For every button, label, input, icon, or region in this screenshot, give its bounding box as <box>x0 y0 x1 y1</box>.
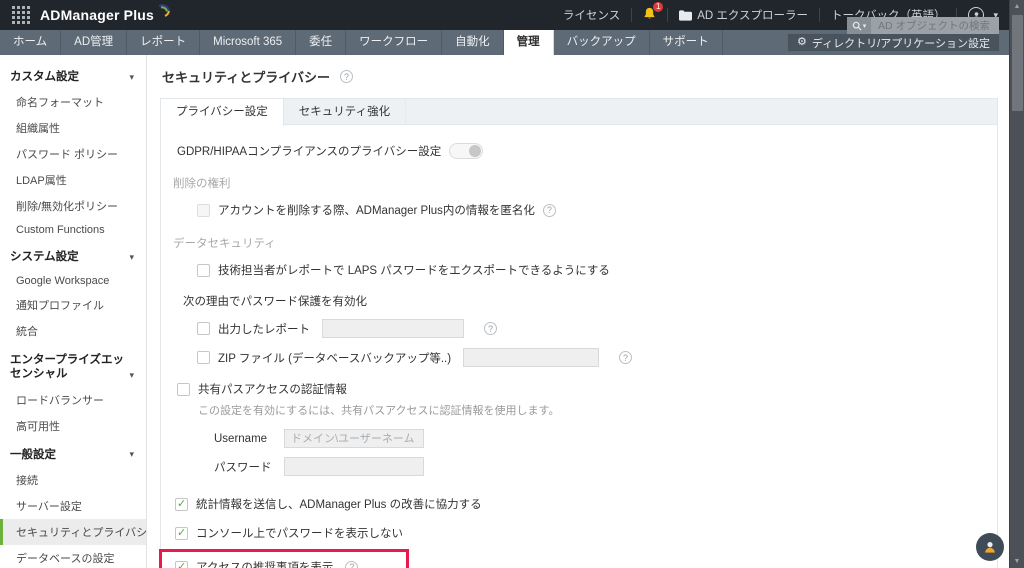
person-icon <box>982 539 998 555</box>
exported-reports-password-input[interactable] <box>322 319 464 338</box>
notifications-button[interactable]: 1 <box>643 7 656 23</box>
tab-backup[interactable]: バックアップ <box>554 30 650 55</box>
chevron-down-icon: ▾ <box>129 252 134 263</box>
logo-swoosh-icon <box>156 3 172 19</box>
tab-security-hardening[interactable]: セキュリティ強化 <box>284 99 406 124</box>
help-icon[interactable]: ? <box>619 351 632 364</box>
shared-path-label: 共有パスアクセスの認証情報 <box>198 381 347 397</box>
data-security-label: データセキュリティ <box>173 235 983 251</box>
sidebar-item-password-policy[interactable]: パスワード ポリシー <box>0 141 146 167</box>
help-icon[interactable]: ? <box>484 322 497 335</box>
sidebar-section-general-settings[interactable]: 一般設定 ▾ <box>0 439 146 467</box>
product-logo: ADManager Plus <box>40 7 154 23</box>
send-statistics-label: 統計情報を送信し、ADManager Plus の改善に協力する <box>196 496 482 512</box>
global-search[interactable]: ▾ <box>847 17 999 34</box>
sidebar-item-custom-functions[interactable]: Custom Functions <box>0 219 146 241</box>
access-recommendation-label: アクセスの推奨事項を表示 <box>196 559 333 568</box>
settings-sidebar: カスタム設定 ▾ 命名フォーマット 組織属性 パスワード ポリシー LDAP属性… <box>0 55 147 568</box>
username-input[interactable] <box>284 429 424 448</box>
divider <box>667 8 668 22</box>
sidebar-item-server-settings[interactable]: サーバー設定 <box>0 493 146 519</box>
ad-explorer-link[interactable]: AD エクスプローラー <box>679 7 808 23</box>
tab-support[interactable]: サポート <box>650 30 723 55</box>
sidebar-item-ldap-attributes[interactable]: LDAP属性 <box>0 167 146 193</box>
exported-reports-checkbox[interactable] <box>197 322 210 335</box>
sidebar-item-high-availability[interactable]: 高可用性 <box>0 413 146 439</box>
sidebar-item-load-balancer[interactable]: ロードバランサー <box>0 387 146 413</box>
highlight-red-box: アクセスの推奨事項を表示 ? <box>159 549 409 568</box>
username-label: Username <box>214 433 276 445</box>
directory-app-settings-button[interactable]: ⚙ ディレクトリ/アプリケーション設定 <box>787 33 1000 52</box>
sidebar-item-naming-format[interactable]: 命名フォーマット <box>0 89 146 115</box>
scroll-up-icon[interactable]: ▲ <box>1010 3 1024 10</box>
hide-password-console-checkbox[interactable] <box>175 527 188 540</box>
tab-home[interactable]: ホーム <box>0 30 61 55</box>
chevron-down-icon: ▾ <box>129 370 134 381</box>
sidebar-section-enterprise-essentials[interactable]: エンタープライズエッセンシャル ▾ <box>0 344 146 387</box>
support-chat-button[interactable] <box>976 533 1004 561</box>
privacy-settings-panel: GDPR/HIPAAコンプライアンスのプライバシー設定 削除の権利 アカウントを… <box>161 125 997 568</box>
tab-microsoft-365[interactable]: Microsoft 365 <box>200 30 296 55</box>
settings-tabbox: プライバシー設定 セキュリティ強化 GDPR/HIPAAコンプライアンスのプライ… <box>160 98 998 568</box>
password-input[interactable] <box>284 457 424 476</box>
sidebar-item-security-privacy[interactable]: セキュリティとプライバシー <box>0 519 146 545</box>
tab-admin[interactable]: 管理 <box>504 30 554 55</box>
scrollbar-thumb[interactable] <box>1012 15 1023 111</box>
scroll-down-icon[interactable]: ▼ <box>1010 558 1024 565</box>
help-icon[interactable]: ? <box>543 204 556 217</box>
anonymize-label: アカウントを削除する際、ADManager Plus内の情報を匿名化 <box>218 202 535 218</box>
sidebar-item-google-workspace[interactable]: Google Workspace <box>0 270 146 292</box>
page-title: セキュリティとプライバシー <box>162 67 330 86</box>
laps-export-label: 技術担当者がレポートで LAPS パスワードをエクスポートできるようにする <box>218 262 610 278</box>
send-statistics-checkbox[interactable] <box>175 498 188 511</box>
tab-reports[interactable]: レポート <box>127 30 200 55</box>
sidebar-item-delete-disable-policy[interactable]: 削除/無効化ポリシー <box>0 193 146 219</box>
tab-delegation[interactable]: 委任 <box>296 30 346 55</box>
zip-files-checkbox[interactable] <box>197 351 210 364</box>
gdpr-compliance-toggle[interactable] <box>449 143 483 159</box>
hide-password-console-label: コンソール上でパスワードを表示しない <box>196 525 403 541</box>
notification-badge: 1 <box>653 2 663 12</box>
zip-files-label: ZIP ファイル (データベースバックアップ等..) <box>218 350 451 366</box>
chevron-down-icon: ▾ <box>129 449 134 460</box>
password-label: パスワード <box>214 459 276 475</box>
access-recommendation-checkbox[interactable] <box>175 561 188 568</box>
search-icon <box>852 21 862 31</box>
exported-reports-label: 出力したレポート <box>218 321 310 337</box>
sidebar-item-integration[interactable]: 統合 <box>0 318 146 344</box>
anonymize-checkbox[interactable] <box>197 204 210 217</box>
password-protect-title: 次の理由でパスワード保護を有効化 <box>183 293 983 309</box>
apps-grid-icon[interactable] <box>12 6 30 24</box>
laps-export-checkbox[interactable] <box>197 264 210 277</box>
sidebar-item-database-settings[interactable]: データベースの設定 <box>0 545 146 568</box>
zip-password-input[interactable] <box>463 348 599 367</box>
tab-ad-management[interactable]: AD管理 <box>61 30 127 55</box>
vertical-scrollbar[interactable]: ▲ ▼ <box>1009 0 1024 568</box>
divider <box>819 8 820 22</box>
sidebar-section-system-settings[interactable]: システム設定 ▾ <box>0 241 146 269</box>
search-scope-button[interactable]: ▾ <box>847 17 871 34</box>
gear-icon: ⚙ <box>797 37 807 48</box>
shared-path-hint: この設定を有効にするには、共有パスアクセスに認証情報を使用します。 <box>198 402 983 418</box>
right-to-erasure-label: 削除の権利 <box>173 175 983 191</box>
sidebar-section-custom-settings[interactable]: カスタム設定 ▾ <box>0 61 146 89</box>
license-link[interactable]: ライセンス <box>563 7 620 23</box>
shared-path-checkbox[interactable] <box>177 383 190 396</box>
tab-workflow[interactable]: ワークフロー <box>346 30 442 55</box>
help-icon[interactable]: ? <box>340 70 353 83</box>
help-icon[interactable]: ? <box>345 561 358 568</box>
gdpr-toggle-label: GDPR/HIPAAコンプライアンスのプライバシー設定 <box>177 143 441 159</box>
main-content: セキュリティとプライバシー ? プライバシー設定 セキュリティ強化 GDPR/H… <box>147 55 1024 568</box>
sidebar-item-notification-profile[interactable]: 通知プロファイル <box>0 292 146 318</box>
sidebar-item-org-attributes[interactable]: 組織属性 <box>0 115 146 141</box>
sidebar-item-connection[interactable]: 接続 <box>0 467 146 493</box>
search-input[interactable] <box>871 20 995 32</box>
chevron-down-icon: ▾ <box>129 72 134 83</box>
tab-privacy-settings[interactable]: プライバシー設定 <box>161 99 284 126</box>
divider <box>631 8 632 22</box>
tab-automation[interactable]: 自動化 <box>442 30 504 55</box>
folder-icon <box>679 10 692 21</box>
chevron-down-icon: ▾ <box>863 22 867 30</box>
